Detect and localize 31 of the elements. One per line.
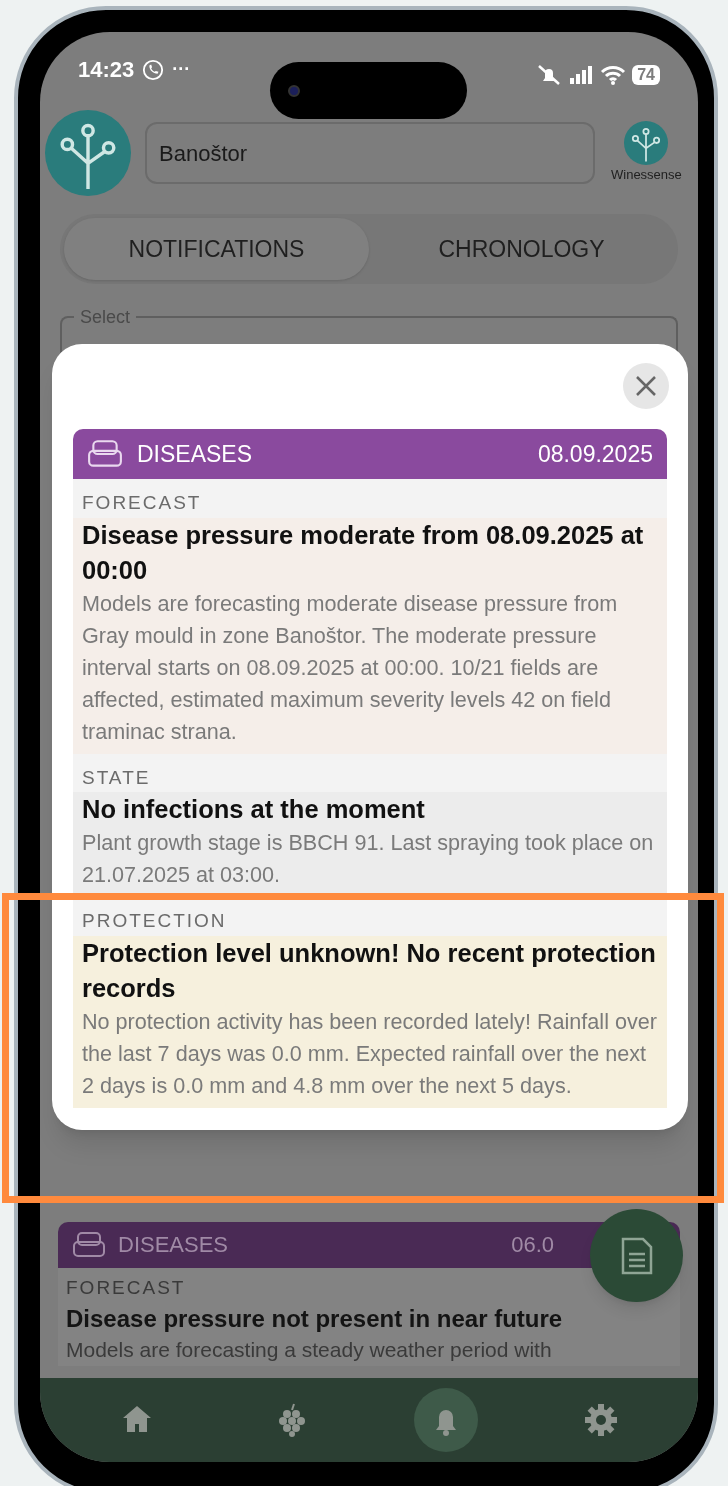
document-list-icon	[619, 1235, 654, 1276]
wifi-icon	[600, 64, 627, 86]
settings-icon	[582, 1402, 619, 1438]
section-heading: FORECAST	[66, 1275, 187, 1300]
card-category: DISEASES	[118, 1231, 229, 1259]
tab[interactable]: NOTIFICATIONS	[64, 218, 369, 280]
section-text: Plant growth stage is BBCH 91. Last spraying took place on 21.07.2025 at 03:00.	[82, 829, 655, 889]
more-indicator: ···	[172, 58, 191, 81]
location-field[interactable]: Banoštor	[145, 122, 595, 184]
sofa-icon	[87, 438, 123, 470]
card-date: 08.09.2025	[537, 439, 653, 469]
phone-call-icon	[142, 58, 165, 81]
close-button[interactable]	[623, 363, 669, 409]
section-text: No protection activity has been recorded lately! Rainfall over the last 7 days was 0.0 mm. Expected rainfall over the next 2 days is 0.0 mm and 4.8 mm over the next 5 days.	[82, 1007, 658, 1100]
app-logo-icon	[45, 110, 131, 196]
sofa-icon	[72, 1229, 106, 1260]
section-text: Models are forecasting moderate disease pressure from Gray mould in zone Banoštor. The moderate pressure interval starts on 08.09.2025 at 00:00. 10/21 fields are affected, estimated maximum severity levels 42 on field traminac strana.	[82, 589, 619, 746]
status-time: 14:23	[78, 56, 135, 84]
card-category: DISEASES	[137, 439, 253, 469]
section-title: Disease pressure not present in near future	[66, 1304, 564, 1334]
brand-logo-icon	[624, 121, 669, 166]
signal-icon	[568, 64, 595, 86]
close-icon	[635, 375, 657, 397]
section-title: Disease pressure moderate from 08.09.2025 at 00:00	[82, 519, 645, 586]
tab[interactable]: CHRONOLOGY	[369, 218, 674, 280]
card-date: 06.0	[511, 1231, 554, 1259]
brand-name: Winessense	[611, 166, 682, 185]
section-title: No infections at the moment	[82, 794, 426, 825]
section-text: Models are forecasting a steady weather period with	[66, 1337, 553, 1363]
section-title: Protection level unknown! No recent protection records	[82, 937, 657, 1004]
battery-level: 74	[632, 65, 660, 85]
